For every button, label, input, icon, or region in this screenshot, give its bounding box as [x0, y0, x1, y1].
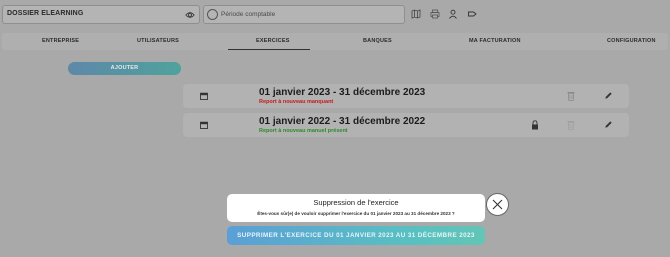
confirm-delete-button[interactable]: SUPPRIMER L'EXERCICE DU 01 JANVIER 2023 … — [227, 226, 485, 245]
trash-icon[interactable] — [567, 120, 575, 130]
top-bar: DOSSIER ELEARNING Période comptable — [0, 0, 670, 28]
main-nav: ENTREPRISE UTILISATEURS EXERCICES BANQUE… — [2, 33, 668, 50]
tab-ma-facturation[interactable]: MA FACTURATION — [469, 38, 521, 44]
calendar-icon — [200, 121, 208, 129]
tab-banques[interactable]: BANQUES — [363, 38, 392, 44]
close-dialog-button[interactable] — [486, 193, 509, 216]
add-exercise-button[interactable]: AJOUTER — [68, 62, 181, 75]
exercise-status: Report à nouveau manquant — [259, 99, 334, 105]
exercise-period: 01 janvier 2023 - 31 décembre 2023 — [259, 87, 426, 98]
tab-entreprise[interactable]: ENTREPRISE — [42, 38, 79, 44]
calendar-icon — [200, 92, 208, 100]
pencil-icon[interactable] — [604, 120, 613, 129]
active-tab-indicator — [228, 49, 310, 50]
exercise-status: Report à nouveau manuel présent — [259, 128, 348, 134]
dossier-selector[interactable]: DOSSIER ELEARNING — [2, 5, 200, 24]
dossier-label: DOSSIER ELEARNING — [7, 10, 84, 17]
exercise-row[interactable]: 01 janvier 2022 - 31 décembre 2022 Repor… — [183, 113, 629, 137]
tag-icon[interactable] — [467, 9, 477, 19]
dialog-title: Suppression de l'exercice — [313, 198, 399, 207]
tab-utilisateurs[interactable]: UTILISATEURS — [137, 38, 179, 44]
user-icon[interactable] — [448, 9, 458, 19]
map-icon[interactable] — [411, 9, 421, 19]
dialog-message: Êtes-vous sûr(e) de vouloir supprimer l'… — [257, 211, 455, 216]
pencil-icon[interactable] — [604, 91, 613, 100]
tab-configuration[interactable]: CONFIGURATION — [607, 38, 656, 44]
periode-placeholder: Période comptable — [221, 11, 276, 18]
trash-icon[interactable] — [567, 91, 575, 101]
close-icon — [492, 199, 503, 210]
tab-exercices[interactable]: EXERCICES — [256, 38, 290, 44]
exercise-period: 01 janvier 2022 - 31 décembre 2022 — [259, 116, 426, 127]
printer-icon[interactable] — [430, 9, 440, 19]
eye-icon[interactable] — [185, 10, 195, 20]
periode-comptable-field[interactable]: Période comptable — [203, 5, 405, 24]
radio-icon — [207, 9, 218, 20]
delete-exercise-dialog: Suppression de l'exercice Êtes-vous sûr(… — [227, 194, 485, 222]
exercise-row[interactable]: 01 janvier 2023 - 31 décembre 2023 Repor… — [183, 84, 629, 108]
lock-icon — [532, 120, 538, 130]
